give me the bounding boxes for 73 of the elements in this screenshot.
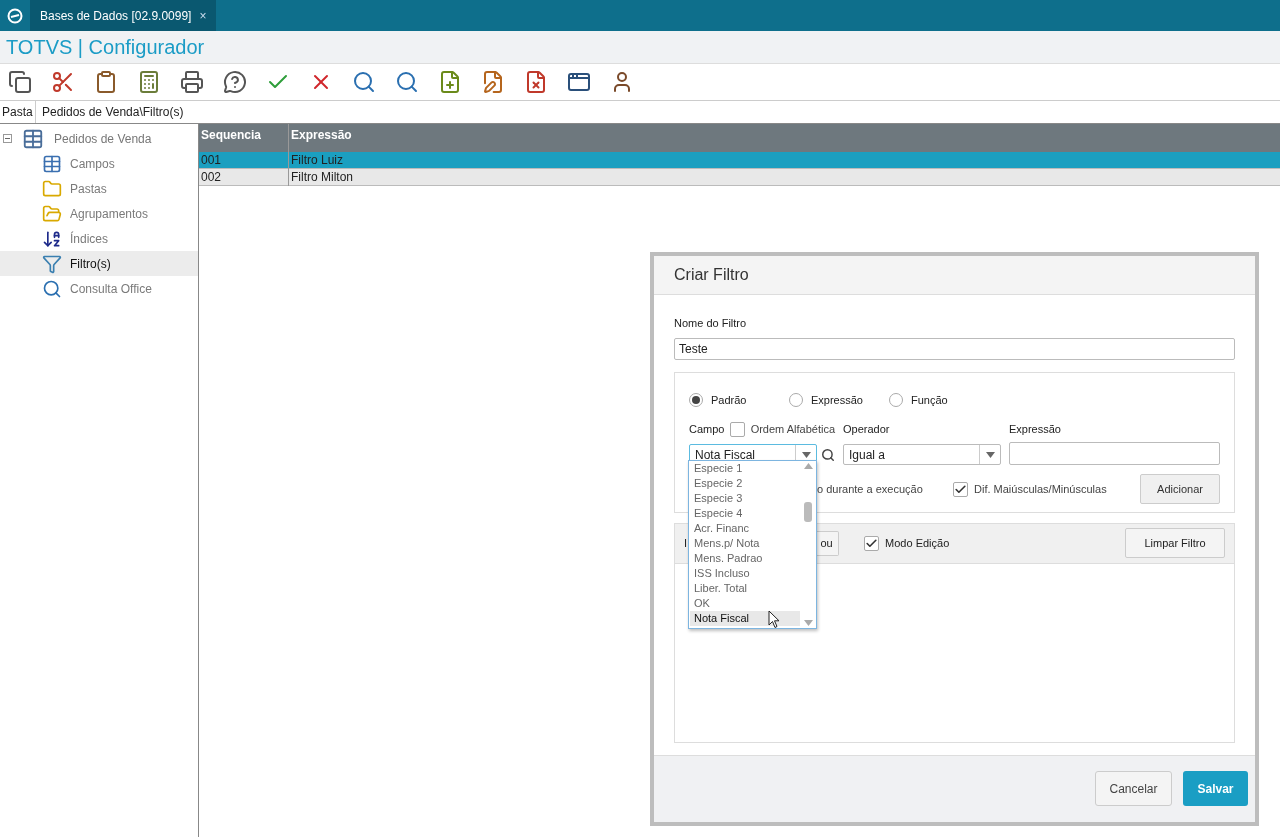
table-row[interactable]: 002 Filtro Milton [199, 169, 1280, 186]
scroll-down-icon [803, 620, 813, 626]
clear-filter-button[interactable]: Limpar Filtro [1125, 528, 1225, 559]
dropdown-option[interactable]: Especie 4 [690, 506, 800, 521]
collapse-toggle-icon[interactable] [3, 134, 12, 143]
clipboard-icon[interactable] [94, 70, 118, 94]
table-icon [22, 127, 44, 150]
dropdown-option[interactable]: ISS Incluso [690, 566, 800, 581]
folder-icon [42, 203, 62, 224]
path-label: Pasta [1, 104, 34, 121]
file-x-icon[interactable] [524, 70, 548, 94]
add-button[interactable]: Adicionar [1140, 474, 1220, 505]
dropdown-option[interactable]: Especie 3 [690, 491, 800, 506]
checkbox-label: Ordem Alfabética [750, 422, 835, 438]
caret-down-icon [801, 451, 811, 458]
search-icon[interactable] [352, 70, 376, 94]
tree-item[interactable]: Campos [0, 151, 198, 176]
file-plus-icon[interactable] [438, 70, 462, 94]
radio-option[interactable]: Função [889, 391, 959, 409]
column-header[interactable]: Expressão [289, 124, 1280, 152]
calculator-icon[interactable] [137, 70, 161, 94]
operator-select[interactable]: Igual a [843, 444, 1001, 466]
checkbox-label: Modo Edição [885, 536, 950, 552]
field-label: Nome do Filtro [674, 316, 748, 332]
search-icon [42, 278, 62, 299]
table-row[interactable]: 001 Filtro Luiz [199, 152, 1280, 169]
scrollbar-thumb[interactable] [804, 501, 812, 522]
checkbox[interactable] [953, 481, 968, 497]
checkbox-label: Dif. Maiúsculas/Minúsculas [974, 482, 1107, 498]
tree-item[interactable]: Índices [0, 226, 198, 251]
file-pen-icon[interactable] [481, 70, 505, 94]
dropdown-option[interactable]: Nota Fiscal [690, 611, 800, 626]
scissors-icon[interactable] [51, 70, 75, 94]
checkbox-label: o durante a execução [817, 482, 924, 498]
dropdown-option[interactable]: Acr. Financ [690, 521, 800, 536]
tree-item[interactable]: Agrupamentos [0, 201, 198, 226]
dropdown-option[interactable]: Mens. Padrao [690, 551, 800, 566]
scroll-up-icon [803, 463, 813, 469]
window-icon[interactable] [567, 70, 591, 94]
filter-name-field[interactable]: Teste [674, 337, 1235, 360]
tree-item[interactable]: Consulta Office [0, 276, 198, 301]
expression-field[interactable] [1009, 442, 1220, 466]
caret-down-icon [985, 451, 995, 458]
dropdown-option[interactable]: OK [690, 596, 800, 611]
checkbox[interactable] [864, 535, 880, 551]
radio-option[interactable]: Padrão [689, 391, 759, 409]
cancel-button[interactable]: Cancelar [1095, 771, 1172, 807]
field-label: Expressão [1009, 422, 1062, 438]
dropdown-option[interactable]: Mens.p/ Nota [690, 536, 800, 551]
folder-icon [42, 178, 62, 199]
tab-title: Bases de Dados [02.9.0099] [40, 7, 192, 25]
close-tab-button[interactable]: × [199, 6, 207, 25]
copy-icon[interactable] [8, 70, 32, 94]
logo-icon [7, 7, 23, 24]
help-icon[interactable] [223, 70, 247, 94]
dialog-title: Criar Filtro [674, 265, 749, 286]
app-title: TOTVS | Configurador [6, 35, 205, 60]
printer-icon[interactable] [180, 70, 204, 94]
search-icon[interactable] [821, 447, 835, 462]
table-icon [42, 153, 62, 174]
app-tab[interactable]: Bases de Dados [02.9.0099] × [30, 0, 217, 31]
field-label: Campo [689, 422, 725, 438]
checkbox[interactable] [730, 421, 745, 437]
filter-bar-label: I [684, 536, 688, 552]
filter-icon [42, 253, 62, 274]
dropdown-option[interactable]: Liber. Total [690, 581, 800, 596]
search-icon[interactable] [395, 70, 419, 94]
tree-item[interactable]: Pedidos de Venda [54, 129, 152, 148]
field-label: Operador [843, 422, 891, 438]
tree-item[interactable]: Filtro(s) [0, 251, 198, 276]
or-button[interactable]: ou [815, 530, 840, 556]
tree-item[interactable]: Pastas [0, 176, 198, 201]
dropdown-option[interactable]: Especie 2 [690, 476, 800, 491]
